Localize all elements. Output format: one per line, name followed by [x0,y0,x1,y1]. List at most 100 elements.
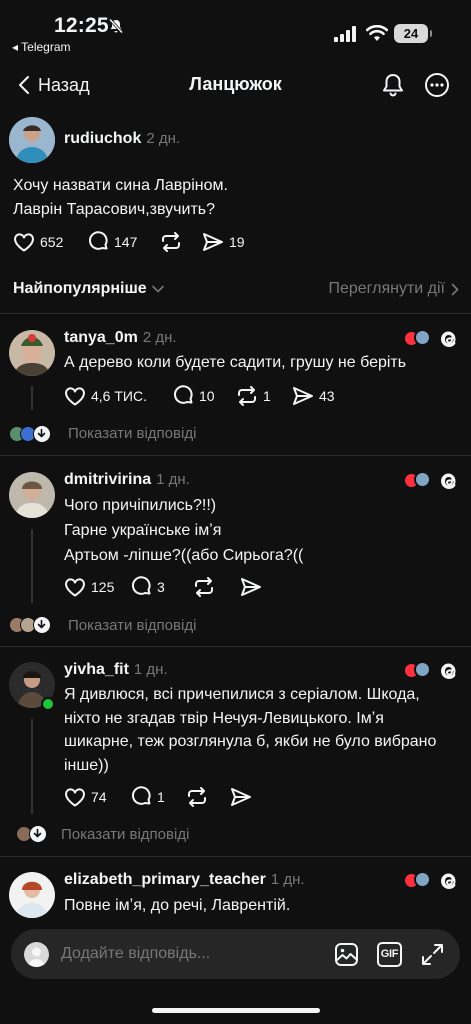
post-author-avatar[interactable] [9,117,55,163]
sort-dropdown[interactable]: Найпопулярніше [13,280,164,298]
thread-line [31,529,33,603]
threads-icon[interactable] [439,329,459,349]
share-button[interactable]: 43 [292,386,335,406]
share-count: 19 [229,233,245,250]
back-to-telegram[interactable]: ◂ Telegram [12,40,71,54]
reply-input[interactable]: Додайте відповідь... [61,945,210,963]
post-actions: 652 147 19 [13,231,245,252]
my-avatar [24,942,49,967]
share-button[interactable]: 19 [202,232,245,252]
reply-line: А дерево коли будете садити, грушу не бе… [64,354,407,371]
comment-count: 3 [157,578,165,595]
comment-button[interactable]: 147 [88,231,160,252]
repost-icon [188,786,206,807]
reply-line: Я дивлюся, всі причепилися з серіалом. Ш… [64,686,420,703]
comment-icon [89,231,108,250]
repost-button[interactable]: 1 [236,385,292,406]
reply-avatar[interactable] [9,472,55,518]
author-mini-avatar [414,661,431,678]
image-icon[interactable] [334,942,359,967]
status-time: 12:25 [54,14,109,37]
like-button[interactable]: 652 [13,232,88,252]
repost-icon [195,576,213,597]
reply-actions: 125 3 [64,576,262,597]
comment-count: 10 [199,387,215,404]
reply-avatar[interactable] [9,872,55,918]
like-button[interactable]: 4,6 ТИС. [64,386,173,406]
more-icon[interactable] [424,72,450,98]
gif-icon[interactable]: GIF [377,942,402,967]
heart-icon [64,577,86,596]
thread-line [31,386,33,410]
share-button[interactable] [240,577,262,597]
reply-text: Чого причіпились?!!) Гарне українське ім… [64,493,454,568]
signal-icon [334,26,356,42]
like-button[interactable]: 74 [64,787,131,807]
reply-username[interactable]: tanya_0m [64,329,138,346]
like-button[interactable]: 125 [64,577,131,597]
reply-line: Чого причіпились?!!) [64,497,217,514]
reply-username[interactable]: dmitrivirina [64,471,151,488]
author-liked-badge [405,470,431,490]
bell-icon[interactable] [381,72,405,98]
show-replies-link[interactable]: Показати відповіді [68,617,196,634]
reply-down-badge [29,825,47,843]
reply-line: ніхто не згадав твір Нечуя-Левицького. І… [64,709,384,727]
threads-icon[interactable] [439,471,459,491]
wifi-icon [366,25,388,41]
comment-button[interactable]: 3 [131,576,193,597]
comment-button[interactable]: 10 [173,385,236,406]
author-liked-badge [405,660,431,680]
reply-avatars-stack [16,825,52,843]
share-icon [231,787,251,806]
author-mini-avatar [414,471,431,488]
heart-icon [64,787,86,806]
activity-label: Переглянути дії [328,280,445,297]
mute-bell-icon [108,18,124,34]
reply-text: Повне імʼя, до речі, Лаврентій. [64,894,454,918]
divider [0,646,471,647]
author-mini-avatar [414,871,431,888]
show-replies-link[interactable]: Показати відповіді [61,826,189,843]
share-count: 43 [319,387,335,404]
repost-button[interactable] [186,786,230,807]
share-icon [241,577,261,596]
comment-count: 147 [114,233,138,250]
arrow-down-icon [33,828,42,838]
expand-icon[interactable] [420,942,445,967]
heart-icon [64,386,86,405]
show-replies-link[interactable]: Показати відповіді [68,425,196,442]
reply-username[interactable]: elizabeth_primary_teacher [64,871,266,888]
repost-button[interactable] [193,576,240,597]
post-username[interactable]: rudiuchok [64,130,141,147]
divider [0,455,471,456]
share-button[interactable] [230,787,252,807]
divider [0,313,471,314]
avatar-photo [9,330,55,376]
home-indicator [152,1008,320,1013]
reply-down-badge [33,616,51,634]
reply-avatar[interactable] [9,330,55,376]
author-mini-avatar [414,329,431,346]
divider [0,856,471,857]
reply-line: Артьом -ліпше?((або Сирьога?(( [64,547,304,564]
threads-icon[interactable] [439,661,459,681]
reply-line: Повне імʼя, до речі, Лаврентій. [64,897,291,914]
sort-label: Найпопулярніше [13,280,147,297]
repost-icon [162,231,180,252]
repost-button[interactable] [160,231,202,252]
reply-time: 1 дн. [156,471,190,488]
reply-time: 1 дн. [133,661,168,678]
chevron-right-icon [451,283,459,295]
like-count: 74 [91,788,107,805]
comment-button[interactable]: 1 [131,786,186,807]
reply-username[interactable]: yivha_fit [64,661,129,678]
repost-icon [238,385,256,406]
threads-icon[interactable] [439,871,459,891]
share-icon [293,386,313,405]
user-placeholder-icon [28,947,45,967]
battery-indicator: 24 [394,24,432,43]
reply-text: Я дивлюся, всі причепилися з серіалом. Ш… [64,683,464,777]
view-activity-link[interactable]: Переглянути дії [328,280,459,298]
like-count: 4,6 ТИС. [91,387,147,404]
